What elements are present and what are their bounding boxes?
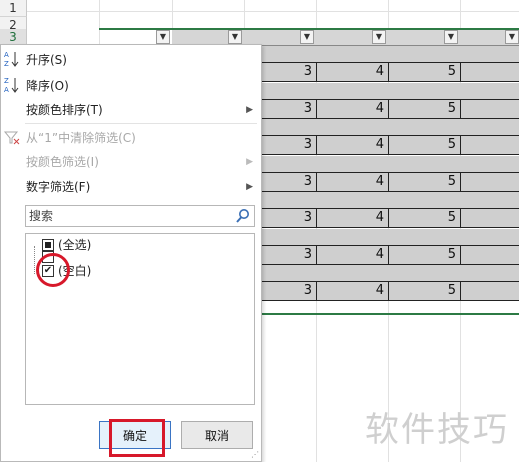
hidden-row-band bbox=[262, 119, 519, 135]
cell-border bbox=[460, 281, 461, 301]
cell-border bbox=[460, 135, 461, 155]
sort-by-color-item[interactable]: 按颜色排序(T) ▶ bbox=[1, 99, 261, 121]
submenu-arrow-icon: ▶ bbox=[246, 157, 253, 167]
cell-border bbox=[460, 208, 461, 228]
filter-dropdown-button[interactable]: ▼ bbox=[444, 30, 458, 44]
hidden-row-band bbox=[262, 155, 519, 172]
table-cell[interactable]: 5 bbox=[388, 173, 460, 191]
highlight-box-annotation bbox=[109, 419, 165, 457]
tree-connector bbox=[34, 246, 35, 274]
svg-text:A: A bbox=[4, 51, 9, 59]
table-cell[interactable]: 4 bbox=[316, 100, 388, 118]
autofilter-dropdown: AZ 升序(S) ZA 降序(O) 按颜色排序(T) ▶ 从“1”中清除筛选(C… bbox=[0, 44, 262, 462]
sort-descending-label: 降序(O) bbox=[26, 79, 69, 93]
select-all-checkbox[interactable] bbox=[42, 239, 54, 251]
resize-grip-icon[interactable]: ⋰ bbox=[251, 450, 259, 459]
row-header-1[interactable]: 1 bbox=[0, 0, 27, 17]
filter-dropdown-button[interactable]: ▼ bbox=[505, 30, 519, 44]
submenu-arrow-icon: ▶ bbox=[246, 182, 253, 192]
cell-border bbox=[460, 62, 461, 82]
hidden-row-band bbox=[262, 228, 519, 245]
clear-filter-icon bbox=[3, 127, 23, 149]
cancel-button[interactable]: 取消 bbox=[181, 421, 253, 449]
table-cell[interactable]: 4 bbox=[316, 246, 388, 264]
table-cell[interactable]: 5 bbox=[388, 282, 460, 300]
sort-by-color-label: 按颜色排序(T) bbox=[26, 103, 103, 117]
highlight-circle-annotation bbox=[36, 253, 70, 287]
cell-border bbox=[460, 171, 461, 192]
svg-text:Z: Z bbox=[4, 60, 9, 68]
svg-text:A: A bbox=[4, 86, 9, 94]
table-cell[interactable]: 5 bbox=[388, 100, 460, 118]
filter-dropdown-button[interactable]: ▼ bbox=[156, 30, 170, 44]
cell-border bbox=[460, 98, 461, 119]
table-cell[interactable]: 4 bbox=[316, 209, 388, 227]
filter-dropdown-button[interactable]: ▼ bbox=[372, 30, 386, 44]
watermark: 软件技巧 bbox=[365, 410, 509, 450]
table-cell[interactable]: 4 bbox=[316, 63, 388, 81]
menu-separator bbox=[25, 123, 257, 124]
number-filter-label: 数字筛选(F) bbox=[26, 180, 91, 194]
select-all-label: (全选) bbox=[58, 238, 92, 252]
search-field[interactable] bbox=[25, 205, 255, 227]
table-cell[interactable]: 5 bbox=[388, 63, 460, 81]
table-cell[interactable]: 5 bbox=[388, 246, 460, 264]
filter-by-color-label: 按颜色筛选(I) bbox=[26, 155, 99, 169]
filter-dropdown-button[interactable]: ▼ bbox=[300, 30, 314, 44]
hidden-row-band bbox=[262, 46, 519, 62]
sort-descending-icon: ZA bbox=[3, 75, 23, 97]
table-cell[interactable]: 4 bbox=[316, 136, 388, 154]
row-line bbox=[27, 11, 519, 12]
table-cell[interactable]: 4 bbox=[316, 173, 388, 191]
hidden-row-band bbox=[262, 82, 519, 99]
table-cell[interactable]: 5 bbox=[388, 136, 460, 154]
table-cell[interactable]: 4 bbox=[316, 282, 388, 300]
hidden-row-band bbox=[262, 192, 519, 208]
table-cell[interactable]: 5 bbox=[388, 209, 460, 227]
sort-descending-item[interactable]: ZA 降序(O) bbox=[1, 75, 261, 97]
sort-ascending-label: 升序(S) bbox=[26, 53, 67, 67]
filter-dropdown-button[interactable]: ▼ bbox=[228, 30, 242, 44]
clear-filter-label: 从“1”中清除筛选(C) bbox=[26, 131, 136, 145]
svg-text:Z: Z bbox=[4, 77, 9, 85]
number-filter-item[interactable]: 数字筛选(F) ▶ bbox=[1, 176, 261, 198]
hidden-row-band bbox=[262, 265, 519, 281]
sort-ascending-item[interactable]: AZ 升序(S) bbox=[1, 49, 261, 71]
filter-by-color-item[interactable]: 按颜色筛选(I) ▶ bbox=[1, 151, 261, 173]
sort-ascending-icon: AZ bbox=[3, 49, 23, 71]
clear-filter-item[interactable]: 从“1”中清除筛选(C) bbox=[1, 127, 261, 149]
selection-bottom-border bbox=[262, 313, 519, 315]
submenu-arrow-icon: ▶ bbox=[246, 105, 253, 115]
search-icon[interactable] bbox=[235, 208, 251, 224]
cell-border bbox=[460, 244, 461, 265]
search-input[interactable] bbox=[26, 206, 226, 226]
